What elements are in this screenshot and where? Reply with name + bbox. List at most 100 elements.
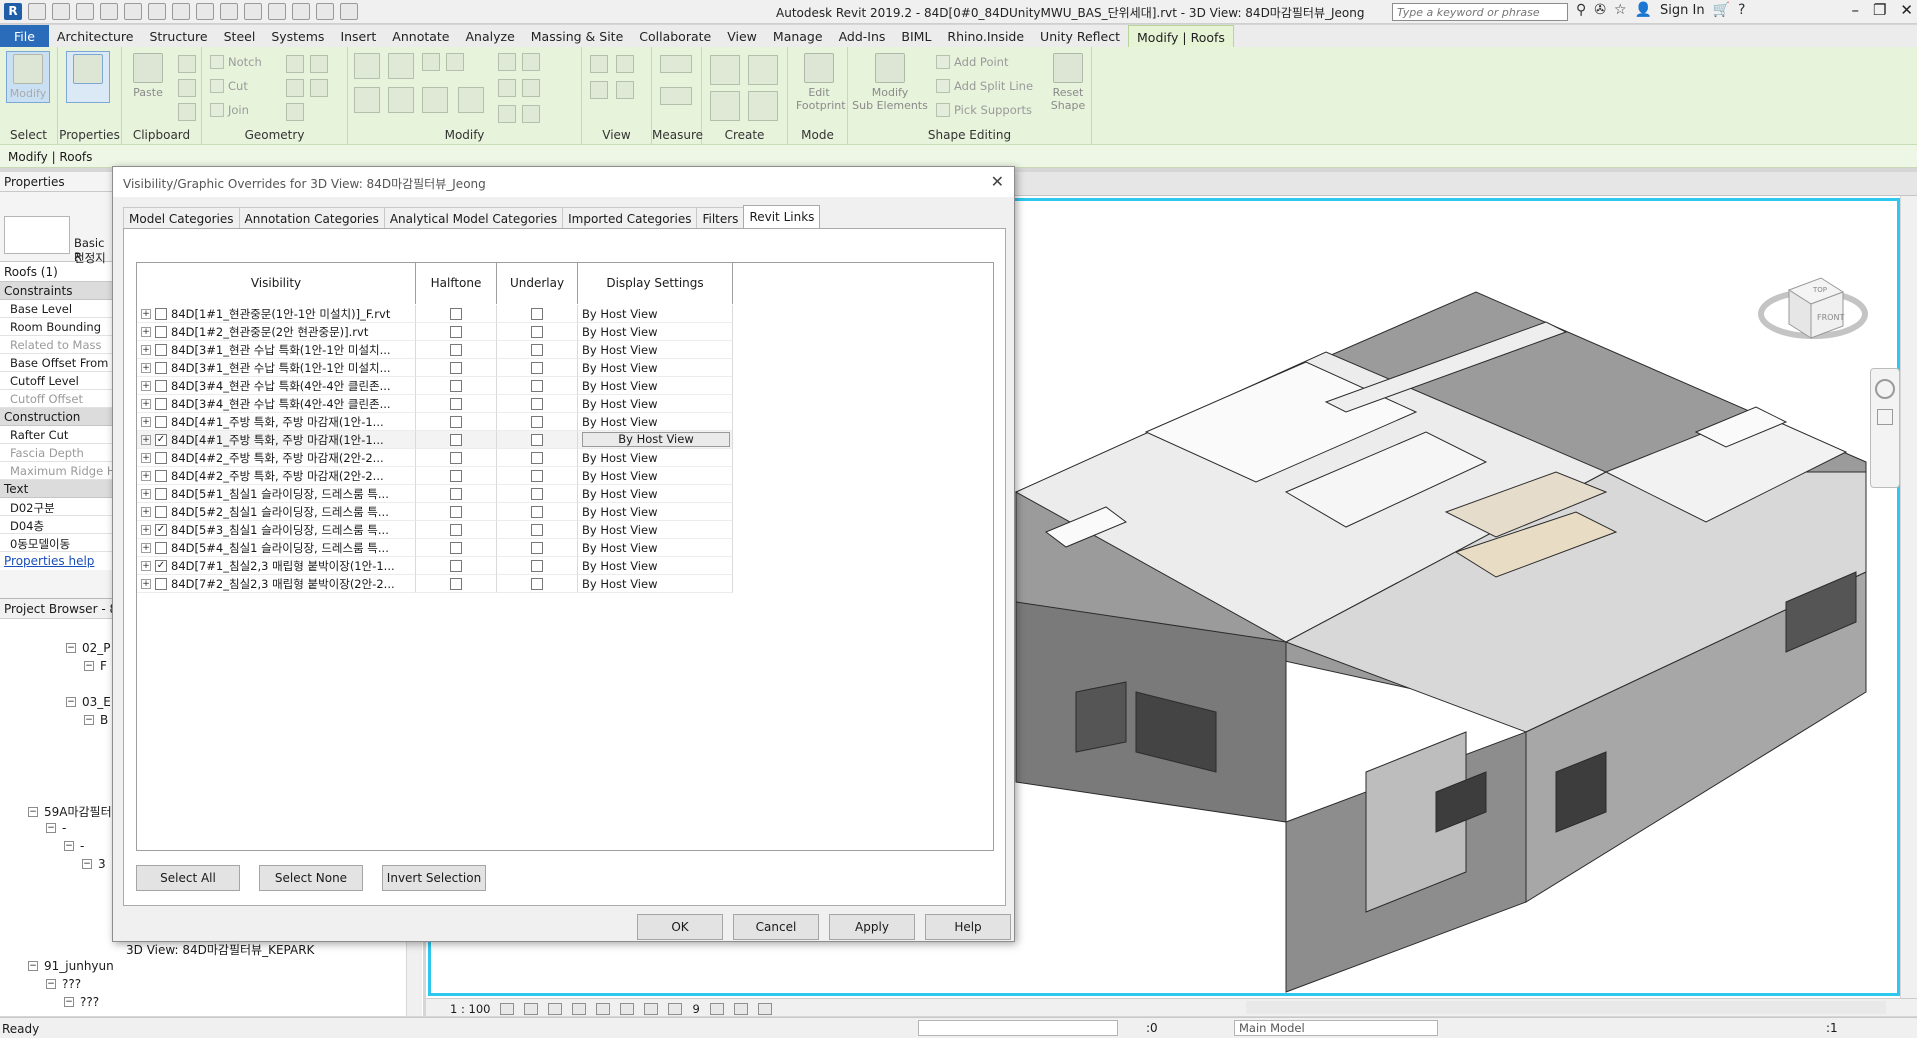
halftone-checkbox[interactable] — [450, 415, 462, 428]
table-row[interactable]: +84D[5#2_침실1 슬라이딩장, 드레스룸 특... By Host Vie… — [137, 503, 733, 521]
binoculars-icon[interactable]: ⚲ — [1576, 2, 1586, 18]
table-row[interactable]: +84D[5#4_침실1 슬라이딩장, 드레스룸 특... By Host Vie… — [137, 539, 733, 557]
halftone-checkbox[interactable] — [450, 541, 462, 554]
tab-analyze[interactable]: Analyze — [458, 25, 523, 47]
close-icon[interactable]: ✕ — [991, 172, 1004, 191]
temporary-hide-icon[interactable] — [709, 1002, 724, 1015]
cart-icon[interactable]: 🛒 — [1713, 2, 1730, 18]
visibility-checkbox[interactable] — [155, 361, 167, 374]
group-constraints[interactable]: Constraints — [0, 282, 112, 300]
active-workset-dropdown[interactable] — [918, 1020, 1118, 1036]
collapse-icon[interactable]: − — [66, 643, 76, 653]
shadows-icon[interactable] — [572, 1002, 587, 1015]
tab-insert[interactable]: Insert — [332, 25, 384, 47]
paste-button[interactable]: Paste — [126, 51, 170, 103]
tree-node[interactable]: −59A마감필터 — [28, 803, 112, 820]
help-icon[interactable]: ? — [1738, 2, 1745, 18]
visibility-checkbox[interactable] — [155, 397, 167, 410]
column-halftone[interactable]: Halftone — [416, 263, 497, 304]
crop-view-icon[interactable] — [644, 1002, 659, 1015]
tree-leaf-3d-view[interactable]: 3D View: 84D마감필터뷰_KEPARK — [126, 941, 314, 958]
search-input[interactable] — [1392, 3, 1568, 21]
underlay-checkbox[interactable] — [531, 487, 543, 500]
tab-annotate[interactable]: Annotate — [384, 25, 457, 47]
expand-icon[interactable]: + — [141, 326, 151, 337]
table-row[interactable]: +84D[1#2_현관중문(2안 현관중문)].rvt By Host View — [137, 323, 733, 341]
visibility-checkbox[interactable] — [155, 487, 167, 500]
collapse-icon[interactable]: − — [84, 715, 94, 725]
tab-biml[interactable]: BIML — [893, 25, 939, 47]
tab-structure[interactable]: Structure — [141, 25, 215, 47]
expand-icon[interactable]: + — [141, 560, 151, 571]
tab-unity-reflect[interactable]: Unity Reflect — [1032, 25, 1128, 47]
print-icon[interactable] — [148, 3, 166, 20]
modify-button[interactable]: Modify — [6, 51, 50, 103]
expand-icon[interactable]: + — [141, 344, 151, 355]
tab-revit-links[interactable]: Revit Links — [743, 205, 821, 230]
maximize-icon[interactable]: ❐ — [1873, 1, 1886, 19]
group-construction[interactable]: Construction — [0, 408, 112, 426]
tree-node[interactable]: −3 — [82, 857, 106, 871]
trim-extend-icon[interactable] — [458, 87, 484, 113]
prop-model-move[interactable]: 0동모델이동 — [0, 534, 112, 552]
table-row[interactable]: +84D[4#2_주방 특화, 주방 마감재(2안-2... By Host Vi… — [137, 467, 733, 485]
rotate-icon[interactable] — [422, 87, 448, 113]
collapse-icon[interactable]: − — [64, 997, 74, 1007]
tab-manage[interactable]: Manage — [765, 25, 831, 47]
display-settings-cell[interactable]: By Host View — [578, 575, 733, 593]
scale-icon[interactable] — [498, 79, 516, 97]
underlay-checkbox[interactable] — [531, 379, 543, 392]
display-settings-cell[interactable]: By Host View — [578, 449, 733, 467]
3d-view-icon[interactable] — [268, 3, 286, 20]
expand-icon[interactable]: + — [141, 308, 151, 319]
tab-massing-site[interactable]: Massing & Site — [523, 25, 632, 47]
invert-selection-button[interactable]: Invert Selection — [382, 865, 486, 891]
selection-filter-count[interactable]: :1 — [1826, 1021, 1838, 1035]
halftone-checkbox[interactable] — [450, 379, 462, 392]
tab-view[interactable]: View — [719, 25, 765, 47]
pin-icon[interactable] — [522, 79, 540, 97]
halftone-checkbox[interactable] — [450, 307, 462, 320]
display-settings-cell[interactable]: By Host View — [578, 485, 733, 503]
halftone-checkbox[interactable] — [450, 487, 462, 500]
type-selector[interactable]: Basic R 전정지 — [0, 192, 112, 265]
override-graphics-icon[interactable] — [590, 55, 608, 73]
viewport-horizontal-scrollbar[interactable] — [1246, 1001, 1886, 1014]
halftone-checkbox[interactable] — [450, 469, 462, 482]
visibility-checkbox[interactable]: ✓ — [155, 433, 167, 446]
visual-style-icon[interactable] — [524, 1002, 539, 1015]
halftone-checkbox[interactable] — [450, 523, 462, 536]
underlay-checkbox[interactable] — [531, 469, 543, 482]
tab-modify-roofs[interactable]: Modify | Roofs — [1128, 25, 1234, 47]
column-underlay[interactable]: Underlay — [497, 263, 578, 304]
table-row[interactable]: + ✓ 84D[5#3_침실1 슬라이딩장, 드레스룸 특... By Host Vi… — [137, 521, 733, 539]
table-row[interactable]: + ✓ 84D[7#1_침실2,3 매립형 붙박이장(1안-1... By Host … — [137, 557, 733, 575]
tree-node[interactable]: −??? — [46, 977, 81, 991]
underlay-checkbox[interactable] — [531, 343, 543, 356]
delete-icon[interactable] — [522, 105, 540, 123]
group-text[interactable]: Text — [0, 480, 112, 498]
tab-architecture[interactable]: Architecture — [49, 25, 142, 47]
underlay-checkbox[interactable] — [531, 325, 543, 338]
copy-icon[interactable] — [178, 79, 196, 97]
halftone-checkbox[interactable] — [450, 433, 462, 446]
visibility-checkbox[interactable]: ✓ — [155, 523, 167, 536]
expand-icon[interactable]: + — [141, 488, 151, 499]
select-all-button[interactable]: Select All — [136, 865, 240, 891]
edit-footprint-button[interactable]: Edit Footprint — [796, 51, 846, 112]
offset-icon[interactable] — [388, 53, 414, 79]
thin-lines-icon[interactable] — [316, 3, 334, 20]
join-button[interactable]: Join — [210, 103, 249, 117]
add-point-button[interactable]: Add Point — [936, 55, 1008, 69]
collapse-icon[interactable]: − — [84, 661, 94, 671]
display-settings-cell[interactable]: By Host View — [578, 359, 733, 377]
display-settings-cell[interactable]: By Host View — [578, 557, 733, 575]
visibility-checkbox[interactable] — [155, 505, 167, 518]
visibility-checkbox[interactable] — [155, 541, 167, 554]
tree-node[interactable]: −??? — [64, 995, 99, 1009]
add-split-line-button[interactable]: Add Split Line — [936, 79, 1033, 93]
help-button[interactable]: Help — [925, 914, 1011, 940]
ok-button[interactable]: OK — [637, 914, 723, 940]
expand-icon[interactable]: + — [141, 452, 151, 463]
display-settings-cell[interactable]: By Host View — [578, 521, 733, 539]
